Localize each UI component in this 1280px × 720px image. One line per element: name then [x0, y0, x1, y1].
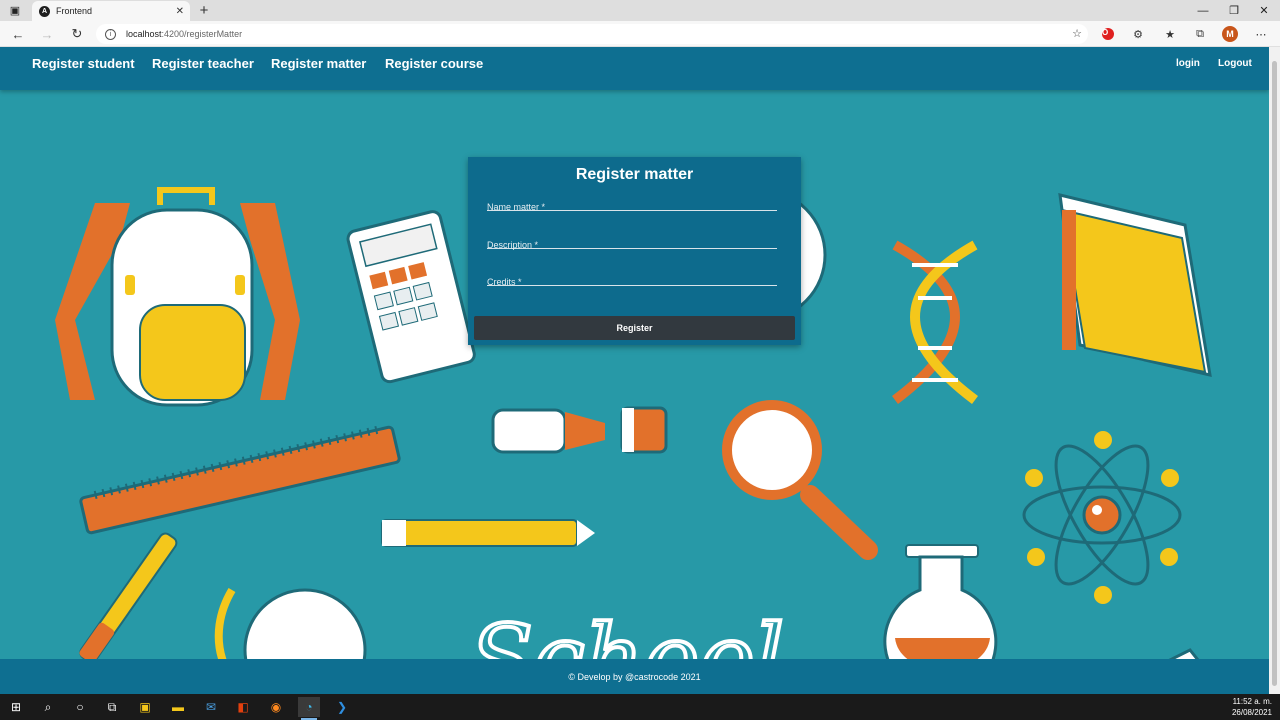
ruler-illustration — [79, 425, 401, 535]
flask-illustration — [883, 544, 998, 659]
store-icon[interactable]: ▣ — [134, 697, 156, 717]
angular-icon: A — [39, 5, 50, 17]
profile-avatar[interactable]: M — [1222, 26, 1238, 42]
register-matter-card: Register matter Name matter * Descriptio… — [468, 157, 801, 345]
restore-icon[interactable]: ❐ — [1219, 0, 1249, 21]
atom-illustration — [1022, 431, 1182, 604]
notebook-illustration — [1168, 648, 1200, 659]
forward-icon[interactable]: → — [38, 25, 56, 43]
back-icon[interactable]: ← — [9, 25, 27, 43]
task-view-icon[interactable]: ⧉ — [101, 697, 123, 717]
url-text: localhost:4200/registerMatter — [126, 29, 243, 39]
browser-tab[interactable]: A Frontend ✕ — [32, 1, 190, 21]
credits-label: Credits * — [487, 277, 522, 287]
description-label: Description * — [487, 240, 539, 250]
backpack-illustration — [55, 187, 300, 407]
nav-login[interactable]: login — [1176, 58, 1200, 69]
close-icon[interactable]: ✕ — [176, 6, 184, 17]
windows-start-icon[interactable]: ⊞ — [5, 697, 27, 717]
school-script-text: School — [470, 605, 784, 659]
clock-time: 11:52 a. m. — [1232, 697, 1272, 706]
info-icon[interactable]: i — [105, 28, 116, 40]
favorite-star-icon[interactable]: ☆ — [1072, 27, 1082, 40]
book-illustration — [1058, 193, 1212, 377]
favorites-icon[interactable]: ★ — [1162, 26, 1178, 42]
minimize-icon[interactable]: — — [1188, 0, 1218, 21]
tab-actions-icon[interactable]: ▣ — [0, 0, 30, 21]
mail-icon[interactable]: ✉ — [200, 697, 222, 717]
nav-register-matter[interactable]: Register matter — [271, 56, 366, 71]
more-menu-icon[interactable]: ⋯ — [1253, 26, 1269, 42]
card-title: Register matter — [575, 166, 694, 183]
nav-register-teacher[interactable]: Register teacher — [152, 56, 254, 71]
vscode-icon[interactable]: ❯ — [331, 697, 353, 717]
browser-toolbar: ← → ↻ i localhost:4200/registerMatter ☆ … — [0, 21, 1280, 47]
credits-field[interactable]: Credits * — [487, 272, 777, 287]
firefox-icon[interactable]: ◉ — [265, 697, 287, 717]
calculator-illustration — [346, 210, 476, 384]
window-close-icon[interactable]: ✕ — [1249, 0, 1279, 21]
windows-taskbar: ⊞ ⌕ ○ ⧉ ▣ ▬ ✉ ◧ ◉ ◔ ❯ 11:52 a. m. 26/08/… — [0, 694, 1280, 720]
footer-text: © Develop by @castrocode 2021 — [568, 671, 701, 682]
page-viewport: School Register student Register teacher… — [0, 47, 1269, 694]
opera-extension-icon[interactable]: O — [1100, 26, 1116, 42]
page-footer: © Develop by @castrocode 2021 — [0, 659, 1269, 694]
glue-stick-illustration — [491, 406, 668, 454]
extensions-icon[interactable]: ⚙ — [1130, 26, 1146, 42]
search-icon[interactable]: ⌕ — [37, 697, 59, 717]
reload-icon[interactable]: ↻ — [68, 25, 86, 43]
name-matter-field[interactable]: Name matter * — [487, 197, 777, 212]
office-icon[interactable]: ◧ — [232, 697, 254, 717]
browser-tabbar: ▣ A Frontend ✕ + — ❐ ✕ — [0, 0, 1280, 21]
globe-illustration — [214, 587, 367, 659]
pen-illustration — [79, 532, 178, 659]
scrollbar-thumb[interactable] — [1272, 61, 1277, 686]
page-scrollbar[interactable] — [1269, 47, 1280, 694]
top-navbar: Register student Register teacher Regist… — [0, 47, 1269, 90]
register-button[interactable]: Register — [474, 316, 795, 340]
nav-register-student[interactable]: Register student — [32, 56, 135, 71]
clock-date: 26/08/2021 — [1231, 708, 1272, 717]
system-clock[interactable]: 11:52 a. m. 26/08/2021 — [1232, 696, 1272, 718]
collections-icon[interactable]: ⧉ — [1192, 26, 1208, 42]
magnifier-illustration — [722, 400, 878, 560]
new-tab-icon[interactable]: + — [196, 1, 212, 19]
name-matter-label: Name matter * — [487, 202, 546, 212]
dna-illustration — [891, 240, 979, 404]
nav-register-course[interactable]: Register course — [385, 56, 483, 71]
file-explorer-icon[interactable]: ▬ — [167, 697, 189, 717]
address-bar[interactable]: i localhost:4200/registerMatter ☆ — [96, 24, 1088, 44]
edge-icon[interactable]: ◔ — [298, 697, 320, 720]
cortana-icon[interactable]: ○ — [69, 697, 91, 717]
nav-logout[interactable]: Logout — [1218, 58, 1252, 69]
pencil-illustration — [381, 519, 595, 547]
tab-title: Frontend — [56, 6, 93, 16]
description-field[interactable]: Description * — [487, 235, 777, 250]
